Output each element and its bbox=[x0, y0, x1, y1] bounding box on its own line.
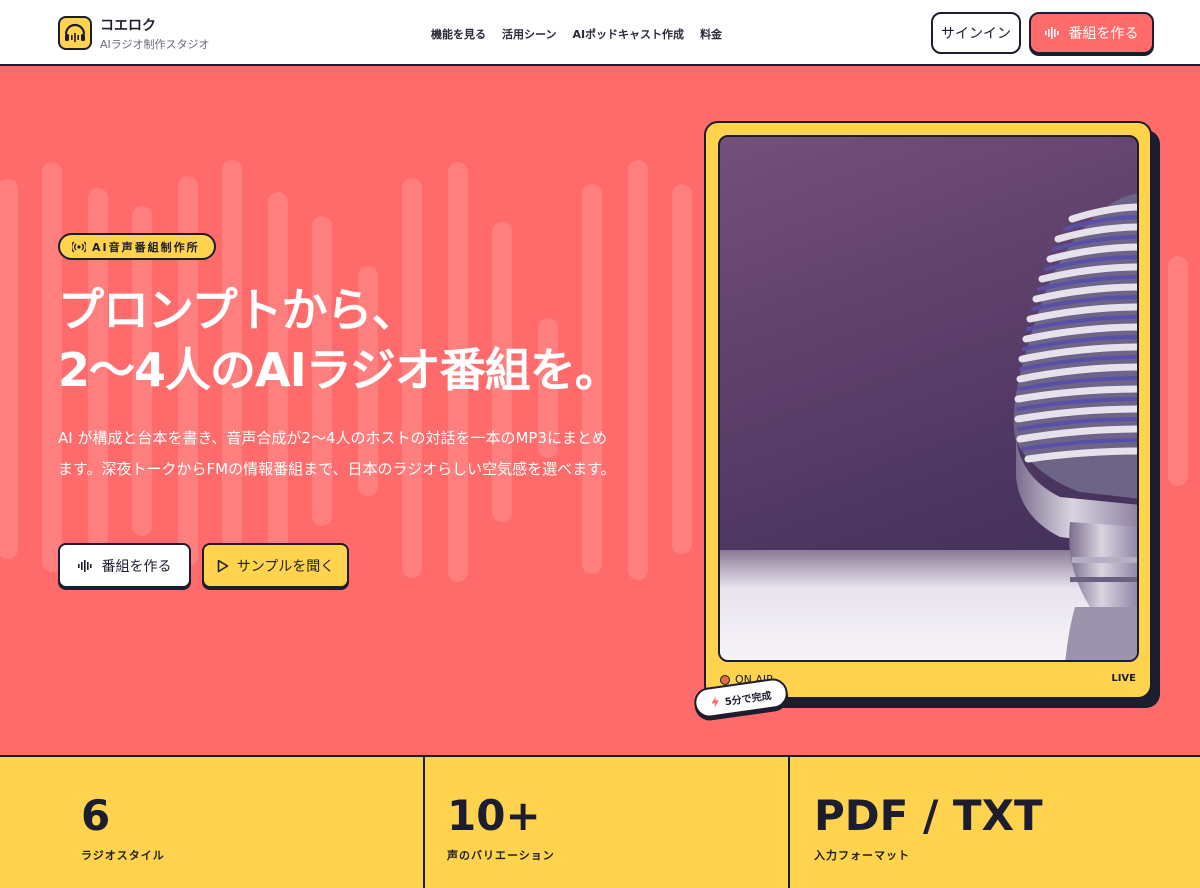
hero-create-button[interactable]: 番組を作る bbox=[58, 543, 191, 588]
player-screen bbox=[718, 135, 1139, 662]
nav-item-ai-podcast[interactable]: AIポッドキャスト作成 bbox=[572, 26, 684, 42]
listen-sample-label: サンプルを聞く bbox=[236, 558, 335, 575]
hero-headline-line2: 2〜4人のAIラジオ番組を。 bbox=[58, 343, 621, 397]
sound-bar bbox=[628, 160, 648, 580]
hero-section: AI音声番組制作所 プロンプトから、 2〜4人のAIラジオ番組を。 AI が構成… bbox=[0, 66, 1200, 755]
player-card: ON AIR LIVE bbox=[704, 121, 1152, 699]
brand-name[interactable]: コエロク bbox=[100, 15, 156, 35]
signin-label: サインイン bbox=[941, 26, 1011, 42]
nav-item-features[interactable]: 機能を見る bbox=[431, 26, 486, 42]
stat-label: 入力フォーマット bbox=[814, 849, 910, 862]
stat-input-formats: PDF / TXT 入力フォーマット bbox=[790, 757, 1200, 888]
microphone-image bbox=[1013, 193, 1137, 660]
stat-value: 6 bbox=[81, 791, 111, 840]
broadcast-icon bbox=[72, 241, 86, 252]
stat-label: 声のバリエーション bbox=[447, 849, 555, 862]
hero-create-label: 番組を作る bbox=[101, 558, 172, 575]
stat-value: PDF / TXT bbox=[814, 791, 1043, 840]
waveform-icon bbox=[77, 559, 92, 572]
create-show-label: 番組を作る bbox=[1068, 26, 1139, 42]
site-header: コエロク AIラジオ制作スタジオ 機能を見る 活用シーン AIポッドキャスト作成… bbox=[0, 0, 1200, 66]
stat-voice-variations: 10+ 声のバリエーション bbox=[425, 757, 790, 888]
stat-value: 10+ bbox=[447, 791, 541, 840]
hero-headline: プロンプトから、 2〜4人のAIラジオ番組を。 bbox=[58, 280, 621, 400]
logo-headphones-icon[interactable] bbox=[58, 16, 92, 50]
waveform-icon bbox=[1044, 27, 1059, 39]
listen-sample-button[interactable]: サンプルを聞く bbox=[202, 543, 349, 588]
sound-bar bbox=[0, 179, 18, 559]
hero-badge-label: AI音声番組制作所 bbox=[92, 240, 200, 254]
play-icon bbox=[217, 559, 229, 572]
lightning-icon bbox=[710, 696, 719, 708]
stats-section: 6 ラジオスタイル 10+ 声のバリエーション PDF / TXT 入力フォーマ… bbox=[0, 755, 1200, 888]
nav-item-use-cases[interactable]: 活用シーン bbox=[502, 26, 556, 42]
nav-item-pricing[interactable]: 料金 bbox=[700, 26, 722, 42]
main-nav: 機能を見る 活用シーン AIポッドキャスト作成 料金 bbox=[431, 26, 722, 42]
hero-badge: AI音声番組制作所 bbox=[58, 233, 216, 260]
sound-bar bbox=[1168, 256, 1188, 486]
hero-headline-line1: プロンプトから、 bbox=[58, 283, 418, 337]
create-show-button[interactable]: 番組を作る bbox=[1029, 12, 1154, 54]
pill-label: 5分で完成 bbox=[724, 690, 773, 708]
hero-description: AI が構成と台本を書き、音声合成が2〜4人のホストの対話を一本のMP3にまとめ… bbox=[58, 429, 616, 478]
sound-bar bbox=[672, 184, 692, 554]
stat-label: ラジオスタイル bbox=[81, 849, 165, 862]
signin-button[interactable]: サインイン bbox=[931, 12, 1021, 54]
on-air-dot-icon bbox=[720, 674, 730, 685]
live-label: LIVE bbox=[1111, 673, 1136, 684]
stat-radio-styles: 6 ラジオスタイル bbox=[0, 757, 425, 888]
brand-subtitle: AIラジオ制作スタジオ bbox=[100, 38, 210, 51]
